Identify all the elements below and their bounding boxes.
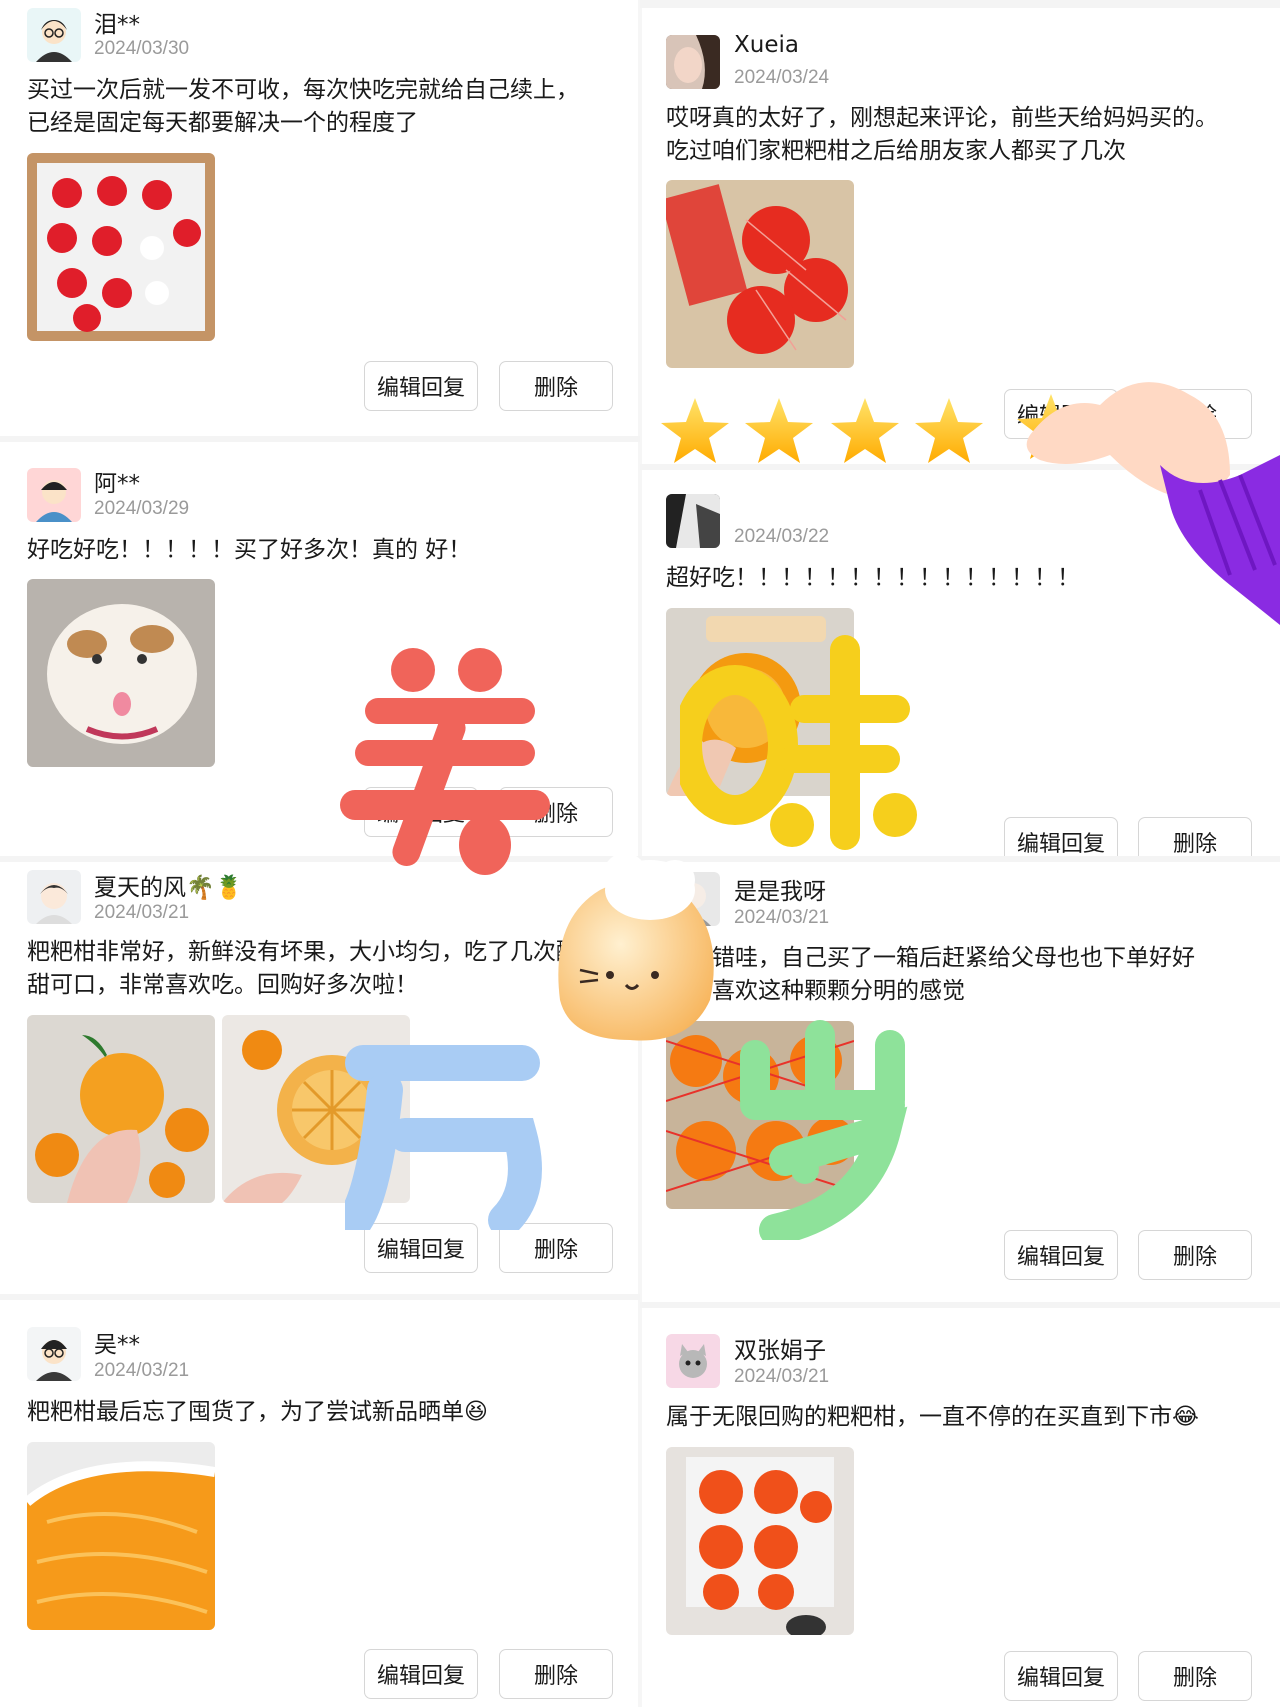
review-photo[interactable] (666, 608, 854, 796)
reviewer-name: 泪** (94, 12, 140, 38)
review-text: 很不错哇，自己买了一箱后赶紧给父母也也下单好好吃，喜欢这种颗颗分明的感觉 (666, 945, 1195, 1004)
reviewer-name: 阿** (94, 471, 140, 497)
delete-button[interactable]: 删除 (499, 787, 613, 837)
review-card: 2024/03/22 超好吃！！！！！！！！！！！！！！！ 编辑回复 删除 (642, 470, 1280, 867)
avatar (666, 494, 720, 548)
reviewer-name: Xueia (734, 32, 799, 58)
review-date: 2024/03/21 (94, 1360, 190, 1381)
review-card: Xueia 2024/03/24 哎呀真的太好了，刚想起来评论，前些天给妈妈买的… (642, 8, 1280, 464)
review-photo[interactable] (27, 153, 215, 341)
review-photo[interactable] (666, 180, 854, 368)
review-text: 超好吃！！！！！！！！！！！！！！！ (666, 565, 1080, 591)
avatar (666, 1334, 720, 1388)
review-card: 双张娟子 2024/03/21 属于无限回购的粑粑柑，一直不停的在买直到下市😂 … (642, 1308, 1280, 1707)
review-card: 夏天的风🌴🍍 2024/03/21 粑粑柑非常好，新鲜没有坏果，大小均匀，吃了几… (0, 862, 638, 1294)
avatar (666, 35, 720, 89)
review-photo[interactable] (666, 1447, 854, 1635)
review-text: 好吃好吃！！！！！买了好多次！真的 好！ (27, 537, 472, 563)
delete-button[interactable]: 删除 (499, 1649, 613, 1699)
review-text: 哎呀真的太好了，刚想起来评论，前些天给妈妈买的。吃过咱们家粑粑柑之后给朋友家人都… (666, 105, 1218, 164)
avatar (27, 870, 81, 924)
review-text: 粑粑柑最后忘了囤货了，为了尝试新品晒单😆 (27, 1399, 488, 1425)
review-card: 是是我呀 2024/03/21 很不错哇，自己买了一箱后赶紧给父母也也下单好好吃… (642, 862, 1280, 1302)
review-photo[interactable] (666, 1021, 854, 1209)
review-text: 粑粑柑非常好，新鲜没有坏果，大小均匀，吃了几次酸甜可口，非常喜欢吃。回购好多次啦… (27, 939, 579, 998)
avatar (27, 8, 81, 62)
edit-reply-button[interactable]: 编辑回复 (364, 361, 478, 411)
review-date: 2024/03/21 (734, 907, 830, 928)
edit-reply-button[interactable]: 编辑回复 (1004, 389, 1118, 439)
review-card: 阿** 2024/03/29 好吃好吃！！！！！买了好多次！真的 好！ 编辑回复… (0, 442, 638, 856)
reviewer-name: 双张娟子 (734, 1338, 826, 1364)
delete-button[interactable]: 删除 (1138, 1651, 1252, 1701)
reviewer-name: 吴** (94, 1332, 140, 1358)
review-photo[interactable] (27, 1442, 215, 1630)
review-date: 2024/03/22 (734, 526, 830, 547)
avatar (27, 468, 81, 522)
delete-button[interactable]: 删除 (499, 1223, 613, 1273)
card-divider (640, 0, 1280, 8)
review-date: 2024/03/24 (734, 67, 830, 88)
review-text: 属于无限回购的粑粑柑，一直不停的在买直到下市😂 (666, 1404, 1199, 1430)
avatar (27, 1327, 81, 1381)
delete-button[interactable]: 删除 (1138, 389, 1252, 439)
avatar (666, 872, 720, 926)
reviewer-name: 夏天的风🌴🍍 (94, 875, 244, 901)
edit-reply-button[interactable]: 编辑回复 (364, 787, 478, 837)
review-date: 2024/03/30 (94, 38, 190, 59)
review-date: 2024/03/21 (94, 902, 190, 923)
edit-reply-button[interactable]: 编辑回复 (364, 1649, 478, 1699)
review-photo[interactable] (27, 579, 215, 767)
review-text: 买过一次后就一发不可收，每次快吃完就给自己续上，已经是固定每天都要解决一个的程度… (27, 77, 579, 136)
review-photo[interactable] (222, 1015, 410, 1203)
review-card: 吴** 2024/03/21 粑粑柑最后忘了囤货了，为了尝试新品晒单😆 编辑回复… (0, 1300, 638, 1707)
edit-reply-button[interactable]: 编辑回复 (1004, 1230, 1118, 1280)
review-photo[interactable] (27, 1015, 215, 1203)
review-date: 2024/03/21 (734, 1366, 830, 1387)
delete-button[interactable]: 删除 (499, 361, 613, 411)
review-card: 泪** 2024/03/30 买过一次后就一发不可收，每次快吃完就给自己续上，已… (0, 0, 638, 436)
edit-reply-button[interactable]: 编辑回复 (1004, 1651, 1118, 1701)
reviewer-name: 是是我呀 (734, 879, 826, 905)
edit-reply-button[interactable]: 编辑回复 (364, 1223, 478, 1273)
review-date: 2024/03/29 (94, 498, 190, 519)
delete-button[interactable]: 删除 (1138, 1230, 1252, 1280)
